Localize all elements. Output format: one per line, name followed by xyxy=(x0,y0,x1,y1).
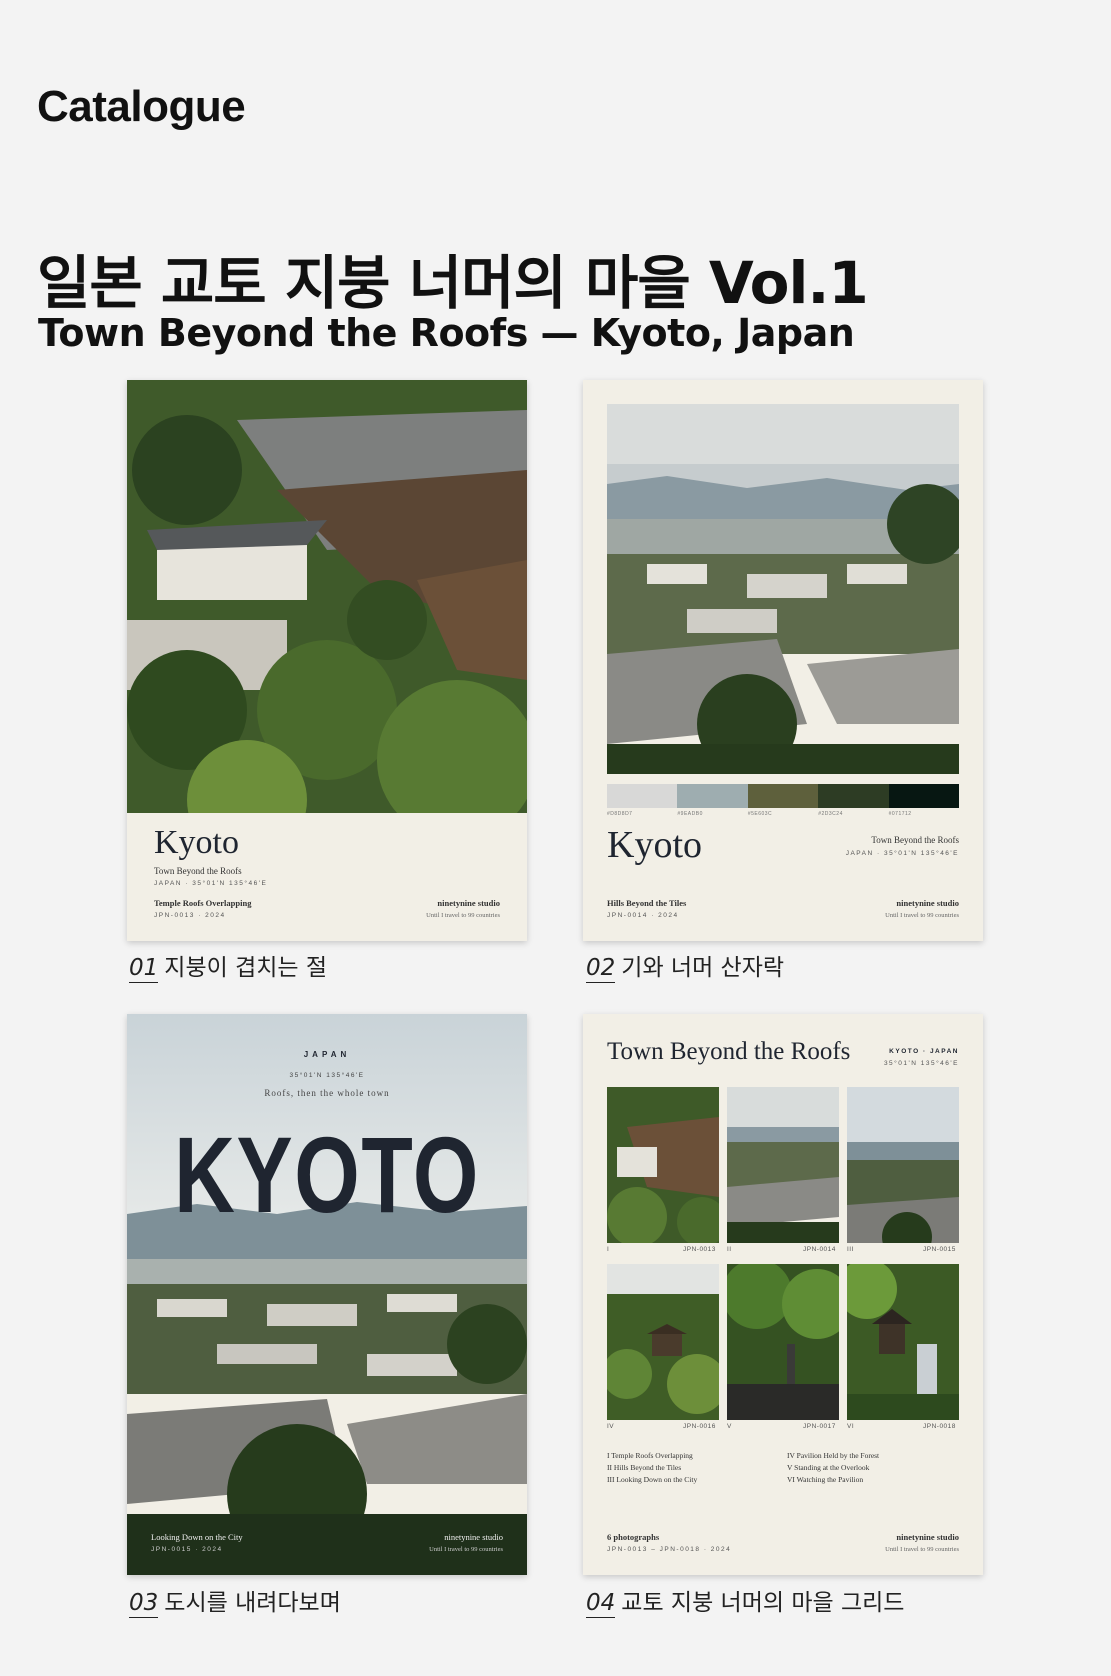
grid-numeral: I xyxy=(607,1246,610,1253)
photo-code: JPN-0015 · 2024 xyxy=(151,1546,223,1553)
grid-photo-2 xyxy=(727,1087,839,1243)
poster-coordinates: JAPAN · 35°01'N 135°46'E xyxy=(845,850,959,857)
grid-photo-4 xyxy=(607,1264,719,1420)
studio-tagline: Until I travel to 99 countries xyxy=(885,912,959,919)
swatch-1 xyxy=(607,784,678,808)
caption-4: 04 교토 지붕 너머의 마을 그리드 xyxy=(586,1583,905,1618)
palette-labels: #D8D8D7 #9EADB0 #5E603C #2D3C24 #071712 xyxy=(607,811,959,817)
swatch-3 xyxy=(747,784,819,808)
grid-code: JPN-0014 xyxy=(803,1246,836,1253)
caption-1: 01 지붕이 겹치는 절 xyxy=(129,948,328,983)
index-entry: VI Watching the Pavilion xyxy=(787,1475,864,1484)
swatch-5 xyxy=(888,784,960,808)
poster-title: Kyoto xyxy=(607,824,702,866)
caption-text: 지붕이 겹치는 절 xyxy=(164,955,328,981)
studio-name: ninetynine studio xyxy=(444,1532,503,1542)
studio-name: ninetynine studio xyxy=(437,898,500,908)
poster-title: Kyoto xyxy=(154,824,239,861)
grid-photo-3 xyxy=(847,1087,959,1243)
city-overlook-photo xyxy=(127,1014,527,1575)
caption-text: 도시를 내려다보며 xyxy=(164,1590,341,1616)
poster-country: JAPAN xyxy=(303,1050,351,1059)
poster-coordinates: 35°01'N 135°46'E xyxy=(289,1072,365,1079)
swatch-2 xyxy=(677,784,748,808)
grid-numeral: III xyxy=(847,1246,854,1253)
studio-tagline: Until I travel to 99 countries xyxy=(429,1546,503,1553)
poster-title: KYOTO xyxy=(174,1114,480,1235)
grid-numeral: V xyxy=(727,1423,732,1430)
grid-code: JPN-0015 xyxy=(923,1246,956,1253)
grid-code: JPN-0016 xyxy=(683,1423,716,1430)
grid-code: JPN-0018 xyxy=(923,1423,956,1430)
poster-card-1[interactable]: Kyoto Town Beyond the Roofs JAPAN · 35°0… xyxy=(127,380,527,941)
poster-tagline-top: Roofs, then the whole town xyxy=(264,1088,390,1098)
poster-card-3[interactable]: JAPAN 35°01'N 135°46'E Roofs, then the w… xyxy=(127,1014,527,1575)
swatch-label: #D8D8D7 xyxy=(607,811,633,817)
index-entry: III Looking Down on the City xyxy=(607,1475,698,1484)
temple-roofs-photo xyxy=(127,380,527,813)
caption-2: 02 기와 너머 산자락 xyxy=(586,948,785,983)
catalogue-title-korean: 일본 교토 지붕 너머의 마을 Vol.1 xyxy=(37,249,869,317)
photo-code: JPN-0014 · 2024 xyxy=(607,912,679,919)
poster-subtitle: Town Beyond the Roofs xyxy=(871,835,959,845)
photo-count: 6 photographs xyxy=(607,1532,660,1542)
photo-title: Hills Beyond the Tiles xyxy=(607,898,687,908)
catalogue-title-english: Town Beyond the Roofs — Kyoto, Japan xyxy=(38,311,855,355)
color-palette xyxy=(607,784,960,808)
grid-code: JPN-0013 xyxy=(683,1246,716,1253)
studio-tagline: Until I travel to 99 countries xyxy=(426,912,500,919)
studio-tagline: Until I travel to 99 countries xyxy=(885,1546,959,1553)
hills-beyond-tiles-photo xyxy=(607,404,959,774)
caption-number: 04 xyxy=(586,1590,616,1618)
caption-number: 02 xyxy=(586,955,616,983)
grid-photo-6 xyxy=(847,1264,959,1420)
poster-location: KYOTO · JAPAN xyxy=(889,1048,959,1055)
photo-code: JPN-0013 · 2024 xyxy=(154,912,226,919)
page-label: Catalogue xyxy=(37,82,246,131)
swatch-label: #5E603C xyxy=(747,811,773,817)
poster-card-2[interactable]: #D8D8D7 #9EADB0 #5E603C #2D3C24 #071712 … xyxy=(583,380,983,941)
grid-numeral: II xyxy=(727,1246,732,1253)
caption-number: 03 xyxy=(129,1590,159,1618)
swatch-4 xyxy=(818,784,889,808)
swatch-label: #9EADB0 xyxy=(677,811,703,817)
photo-title: Looking Down on the City xyxy=(151,1532,243,1542)
caption-3: 03 도시를 내려다보며 xyxy=(129,1583,341,1618)
poster-subtitle: Town Beyond the Roofs xyxy=(154,866,242,876)
caption-text: 교토 지붕 너머의 마을 그리드 xyxy=(621,1590,905,1616)
index-entry: V Standing at the Overlook xyxy=(787,1463,870,1472)
swatch-label: #2D3C24 xyxy=(818,811,843,817)
studio-name: ninetynine studio xyxy=(896,898,959,908)
caption-number: 01 xyxy=(129,955,159,983)
index-entry: I Temple Roofs Overlapping xyxy=(607,1451,693,1460)
grid-code: JPN-0017 xyxy=(803,1423,836,1430)
poster-title: Town Beyond the Roofs xyxy=(607,1038,851,1065)
grid-photo-1 xyxy=(607,1087,719,1243)
photo-code-range: JPN-0013 – JPN-0018 · 2024 xyxy=(607,1546,732,1553)
swatch-label: #071712 xyxy=(888,811,912,817)
poster-coordinates: JAPAN · 35°01'N 135°46'E xyxy=(154,880,268,887)
poster-card-4[interactable]: Town Beyond the Roofs KYOTO · JAPAN 35°0… xyxy=(583,1014,983,1575)
grid-photo-5 xyxy=(727,1264,839,1420)
studio-name: ninetynine studio xyxy=(896,1532,959,1542)
poster-coordinates: 35°01'N 135°46'E xyxy=(883,1060,959,1067)
index-entry: II Hills Beyond the Tiles xyxy=(607,1463,682,1472)
grid-numeral: VI xyxy=(847,1423,855,1430)
index-entry: IV Pavilion Held by the Forest xyxy=(787,1451,880,1460)
grid-numeral: IV xyxy=(607,1423,615,1430)
caption-text: 기와 너머 산자락 xyxy=(621,955,785,981)
photo-title: Temple Roofs Overlapping xyxy=(154,898,252,908)
